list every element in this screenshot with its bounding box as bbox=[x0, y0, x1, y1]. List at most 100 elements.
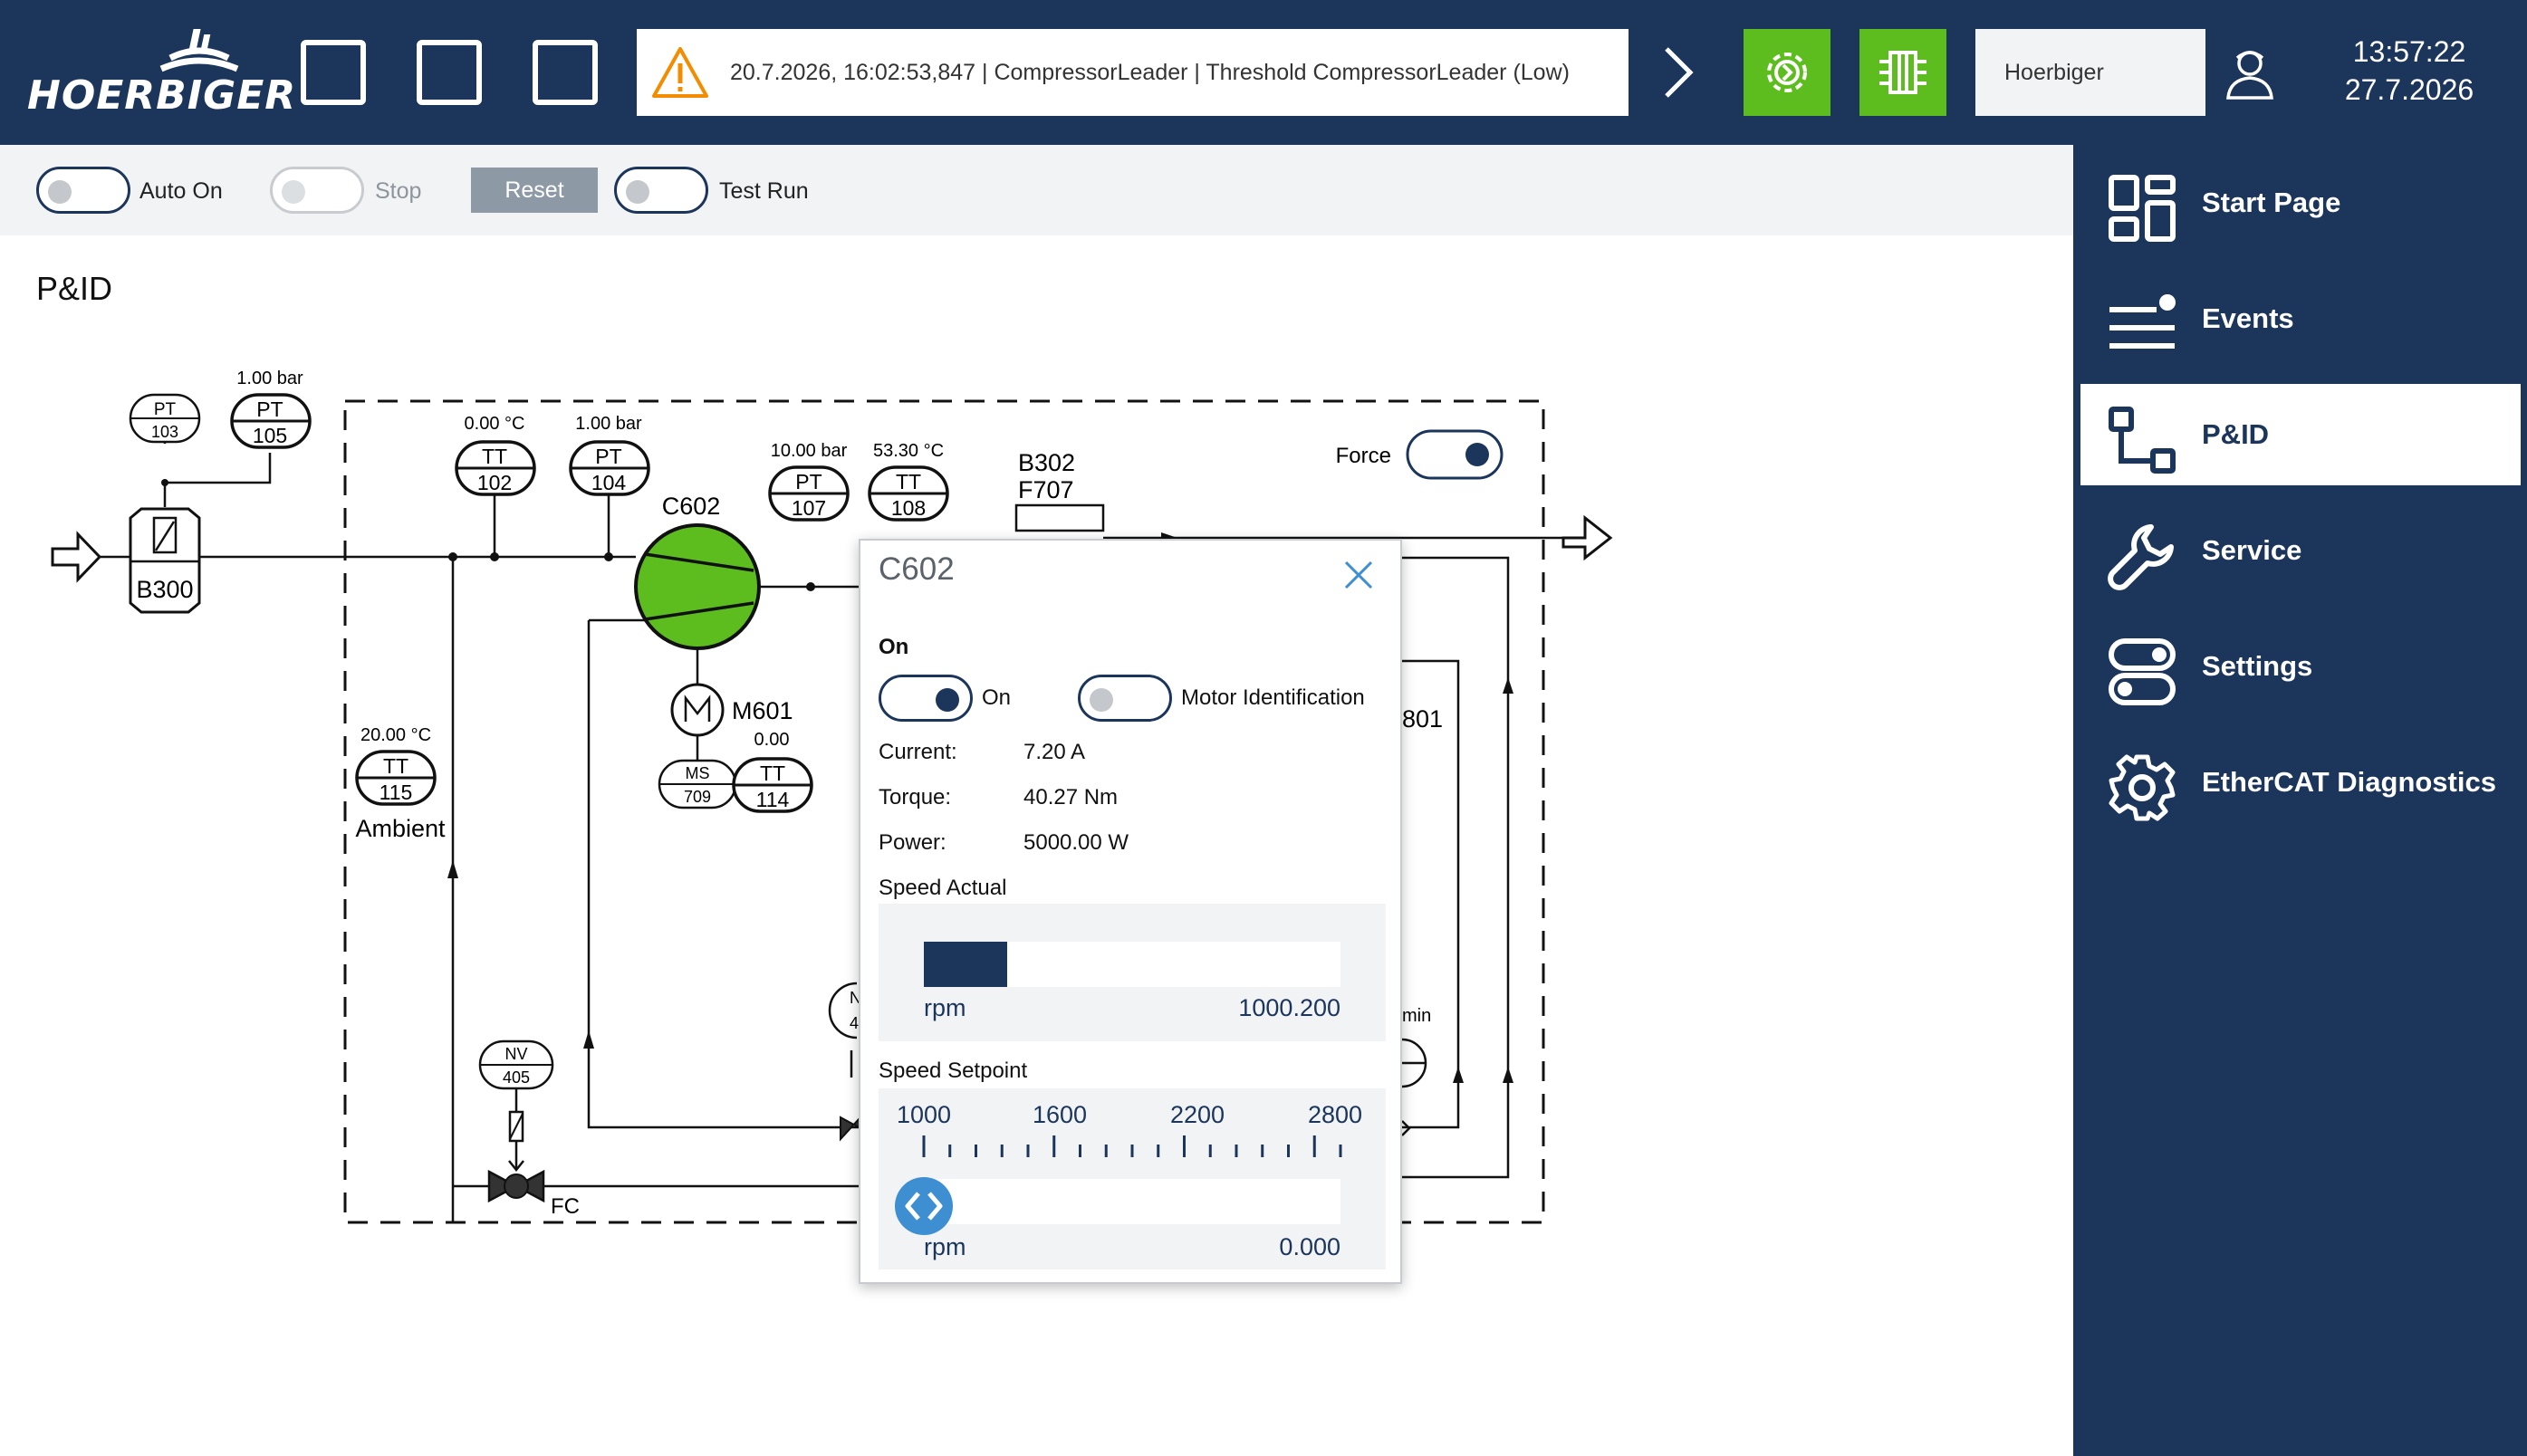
sidebar: Start Page Events P&ID Service Settings bbox=[2073, 145, 2527, 1456]
chevron-right-icon[interactable] bbox=[1656, 43, 1699, 101]
m601-value: 0.00 bbox=[754, 730, 790, 750]
speed-setpoint-panel: 1000 1600 2200 2800 rpm 0.000 bbox=[879, 1088, 1386, 1269]
speed-actual-bar-fill bbox=[924, 942, 1007, 987]
slider-handle-icon[interactable] bbox=[893, 1175, 955, 1237]
toggles-icon bbox=[2109, 638, 2176, 705]
speed-actual-value: 1000.200 bbox=[1238, 994, 1340, 1021]
stop-label: Stop bbox=[375, 178, 422, 204]
events-list-icon bbox=[2109, 294, 2176, 349]
current-label: Current: bbox=[879, 740, 957, 764]
partial-min-label: min bbox=[1402, 1006, 1431, 1026]
pid-flow-icon bbox=[2109, 407, 2176, 474]
pt103-instrument[interactable]: PT 103 bbox=[129, 393, 201, 444]
c602-popup: C602 On On Motor Identification Current:… bbox=[859, 539, 1402, 1284]
setpoint-scale bbox=[922, 1135, 1342, 1157]
gear-icon bbox=[2109, 754, 2176, 821]
clock-time: 13:57:22 bbox=[2352, 35, 2466, 68]
speed-setpoint-label: Speed Setpoint bbox=[879, 1058, 1028, 1083]
sidebar-item-label: Settings bbox=[2202, 650, 2313, 682]
alarm-banner[interactable]: 20.7.2026, 16:02:53,847 | CompressorLead… bbox=[637, 29, 1629, 116]
tt114-instrument[interactable]: TT 114 bbox=[732, 757, 813, 813]
motor-identification-label: Motor Identification bbox=[1181, 685, 1365, 710]
speed-actual-bar bbox=[924, 942, 1340, 987]
on-toggle-knob bbox=[936, 688, 959, 712]
test-run-toggle[interactable] bbox=[614, 167, 708, 214]
sidebar-item-start-page[interactable]: Start Page bbox=[2080, 152, 2521, 254]
sidebar-item-service[interactable]: Service bbox=[2080, 500, 2521, 601]
user-icon[interactable] bbox=[2221, 43, 2279, 101]
svg-text:PT: PT bbox=[795, 470, 822, 493]
pt107-value: 10.00 bar bbox=[771, 441, 848, 461]
svg-text:TT: TT bbox=[482, 445, 507, 468]
f707-label: F707 bbox=[1018, 476, 1074, 503]
svg-text:107: 107 bbox=[792, 496, 826, 520]
speed-actual-panel: rpm 1000.200 bbox=[879, 904, 1386, 1041]
top-bar: HOERBIGER 20.7.2026, 16:02:53,847 | Comp… bbox=[0, 0, 2527, 145]
svg-text:PT: PT bbox=[154, 400, 177, 419]
motor-gear-icon bbox=[1767, 53, 1807, 92]
motor-status-button[interactable] bbox=[1744, 29, 1830, 116]
window-button-3[interactable] bbox=[533, 40, 598, 105]
motor-identification-toggle[interactable] bbox=[1078, 675, 1172, 722]
setpoint-slider-track[interactable] bbox=[924, 1179, 1340, 1224]
tt102-instrument[interactable]: TT 102 bbox=[455, 440, 536, 496]
speed-setpoint-unit: rpm bbox=[924, 1233, 966, 1260]
tt108-instrument[interactable]: TT 108 bbox=[868, 465, 949, 522]
hoerbiger-logo: HOERBIGER bbox=[27, 27, 295, 119]
alarm-text: 20.7.2026, 16:02:53,847 | CompressorLead… bbox=[730, 60, 1570, 85]
sidebar-item-label: EtherCAT Diagnostics bbox=[2202, 766, 2496, 798]
sidebar-item-pid[interactable]: P&ID bbox=[2080, 384, 2521, 485]
fc-valve[interactable] bbox=[487, 1169, 545, 1203]
clock: 13:57:22 27.7.2026 bbox=[2301, 33, 2518, 109]
window-button-2[interactable] bbox=[417, 40, 482, 105]
ms709-instrument[interactable]: MS 709 bbox=[658, 759, 737, 809]
m601-motor[interactable] bbox=[670, 683, 725, 737]
setpoint-tick-2200: 2200 bbox=[1170, 1101, 1225, 1128]
dashboard-icon bbox=[2109, 175, 2176, 242]
sidebar-item-ethercat-diagnostics[interactable]: EtherCAT Diagnostics bbox=[2080, 732, 2521, 833]
test-run-knob bbox=[626, 180, 649, 204]
test-run-label: Test Run bbox=[719, 178, 809, 204]
force-toggle[interactable] bbox=[1406, 429, 1504, 480]
m601-label: M601 bbox=[732, 697, 793, 724]
sidebar-item-events[interactable]: Events bbox=[2080, 268, 2521, 369]
svg-text:MS: MS bbox=[686, 764, 710, 782]
partial-4-label: 4 bbox=[850, 1014, 859, 1032]
svg-text:115: 115 bbox=[380, 781, 413, 804]
reset-button[interactable]: Reset bbox=[471, 168, 598, 213]
fc-label: FC bbox=[551, 1194, 580, 1219]
pt104-instrument[interactable]: PT 104 bbox=[569, 440, 650, 496]
setpoint-tick-2800: 2800 bbox=[1308, 1101, 1363, 1128]
b300-label: B300 bbox=[136, 576, 193, 603]
c602-compressor[interactable] bbox=[634, 523, 761, 650]
motor-identification-knob bbox=[1090, 688, 1113, 712]
pt104-value: 1.00 bar bbox=[575, 414, 642, 434]
svg-text:TT: TT bbox=[760, 762, 785, 785]
tt102-value: 0.00 °C bbox=[465, 414, 525, 434]
user-field[interactable]: Hoerbiger bbox=[1975, 29, 2205, 116]
close-icon[interactable] bbox=[1340, 557, 1377, 593]
popup-title: C602 bbox=[879, 551, 955, 587]
ambient-label: Ambient bbox=[355, 815, 446, 842]
sidebar-item-settings[interactable]: Settings bbox=[2080, 616, 2521, 717]
module-status-button[interactable] bbox=[1859, 29, 1946, 116]
svg-text:NV: NV bbox=[504, 1045, 527, 1063]
partial-801-label: 801 bbox=[1402, 705, 1443, 733]
c602-label: C602 bbox=[662, 493, 721, 520]
svg-text:TT: TT bbox=[896, 470, 921, 493]
speed-actual-label: Speed Actual bbox=[879, 876, 1007, 900]
nv405-instrument[interactable]: NV 405 bbox=[478, 1039, 554, 1090]
sidebar-item-label: Start Page bbox=[2202, 187, 2341, 218]
pt107-instrument[interactable]: PT 107 bbox=[768, 465, 850, 522]
pt105-instrument[interactable]: PT 105 bbox=[230, 393, 312, 449]
svg-text:103: 103 bbox=[151, 423, 178, 441]
svg-text:105: 105 bbox=[253, 424, 287, 447]
auto-on-toggle[interactable] bbox=[36, 167, 130, 214]
power-label: Power: bbox=[879, 830, 946, 855]
tt115-instrument[interactable]: TT 115 bbox=[355, 750, 437, 806]
io-module-icon bbox=[1879, 51, 1926, 94]
on-toggle-label: On bbox=[982, 685, 1012, 710]
on-toggle[interactable] bbox=[879, 675, 973, 722]
window-button-1[interactable] bbox=[301, 40, 366, 105]
stop-toggle[interactable] bbox=[270, 167, 364, 214]
